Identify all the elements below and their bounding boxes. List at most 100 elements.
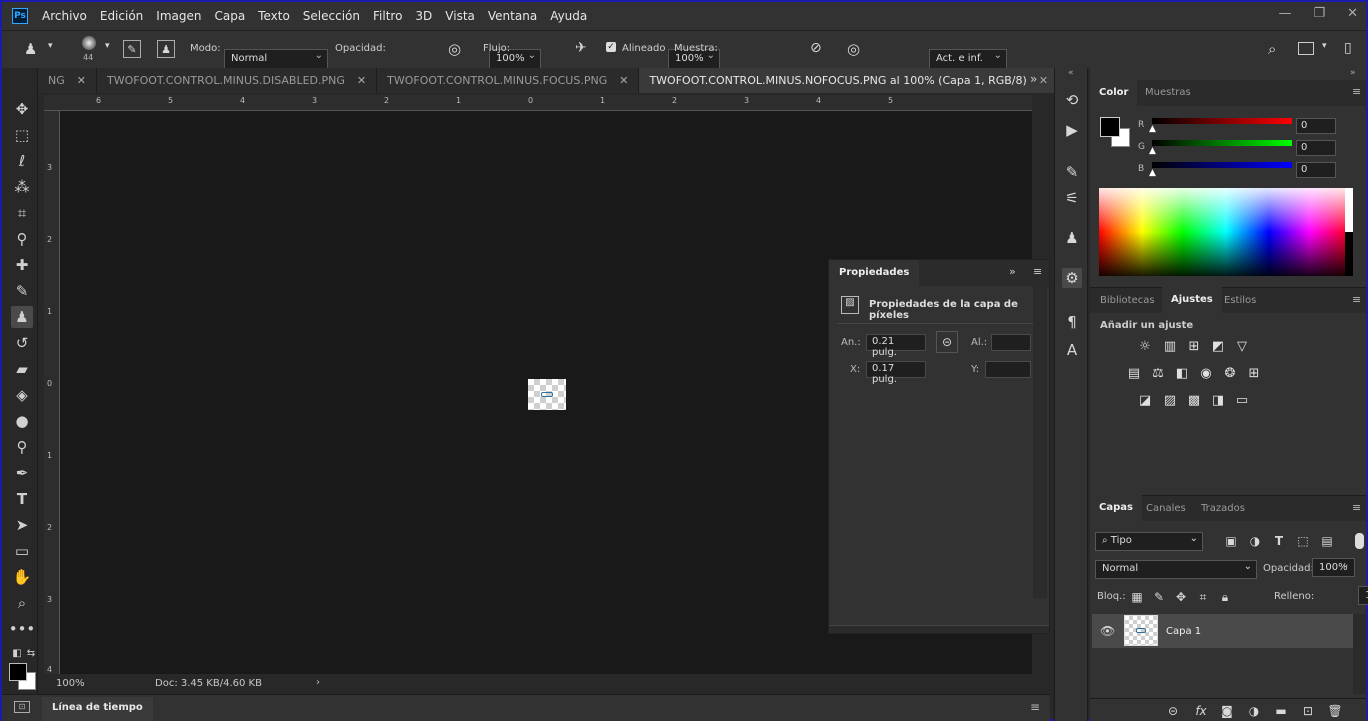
sample-select[interactable]: Act. e inf.: [929, 48, 1007, 69]
foreground-color-swatch[interactable]: [1100, 117, 1120, 137]
layer-row[interactable]: 👁︎ Capa 1: [1092, 614, 1354, 648]
vibrance-icon[interactable]: ▽: [1233, 337, 1251, 355]
posterize-icon[interactable]: ▨: [1161, 391, 1179, 409]
foreground-color-swatch[interactable]: [9, 663, 27, 681]
panel-menu-icon[interactable]: ≡: [1352, 293, 1361, 306]
tab-styles[interactable]: Estilos: [1224, 295, 1256, 306]
brush-presets-icon[interactable]: ✎: [1062, 162, 1082, 182]
black-ramp[interactable]: [1345, 232, 1353, 276]
blue-value[interactable]: 0: [1296, 162, 1336, 178]
tab-properties[interactable]: Propiedades: [829, 260, 920, 286]
tab-document-active[interactable]: TWOFOOT.CONTROL.MINUS.NOFOCUS.PNG al 100…: [639, 68, 1060, 93]
clone-stamp-tool-icon[interactable]: ♟: [11, 306, 33, 328]
share-icon[interactable]: ▯: [1344, 40, 1352, 56]
magic-wand-tool-icon[interactable]: ⁂: [11, 176, 33, 198]
close-icon[interactable]: ✕: [77, 74, 86, 87]
collapse-icon[interactable]: »: [1009, 265, 1016, 278]
hand-tool-icon[interactable]: ✋: [11, 566, 33, 588]
menu-vista[interactable]: Vista: [445, 9, 475, 23]
fx-icon[interactable]: fx: [1193, 703, 1209, 719]
layer-opacity-input[interactable]: 100%: [1312, 558, 1355, 577]
brush-tool-icon[interactable]: ✎: [11, 280, 33, 302]
pen-tool-icon[interactable]: ✒: [11, 462, 33, 484]
search-icon[interactable]: ⌕: [1268, 40, 1276, 58]
healing-brush-tool-icon[interactable]: ✚: [11, 254, 33, 276]
red-slider[interactable]: [1152, 118, 1292, 124]
blue-slider[interactable]: [1152, 162, 1292, 168]
type-tool-icon[interactable]: T: [11, 488, 33, 510]
menu-imagen[interactable]: Imagen: [156, 9, 201, 23]
green-slider[interactable]: [1152, 140, 1292, 146]
filter-toggle[interactable]: [1355, 533, 1364, 549]
character-icon[interactable]: A: [1062, 340, 1082, 360]
scrollbar[interactable]: [1353, 614, 1366, 694]
menu-filtro[interactable]: Filtro: [373, 9, 402, 23]
tab-libraries[interactable]: Bibliotecas: [1100, 295, 1155, 306]
history-brush-tool-icon[interactable]: ↺: [11, 332, 33, 354]
y-input[interactable]: [985, 361, 1031, 378]
marquee-tool-icon[interactable]: ⬚: [11, 124, 33, 146]
x-input[interactable]: 0.17 pulg.: [866, 361, 926, 385]
close-icon[interactable]: ✕: [619, 74, 628, 87]
rectangle-tool-icon[interactable]: ▭: [11, 540, 33, 562]
hue-saturation-icon[interactable]: ▤: [1125, 364, 1143, 382]
chevron-down-icon[interactable]: ▾: [1322, 41, 1327, 51]
more-tools-icon[interactable]: •••: [9, 618, 36, 640]
tab-paths[interactable]: Trazados: [1201, 503, 1245, 514]
red-value[interactable]: 0: [1296, 118, 1336, 134]
add-mask-icon[interactable]: ◙: [1219, 703, 1235, 719]
visibility-eye-icon[interactable]: 👁︎: [1100, 624, 1115, 638]
tab-document[interactable]: TWOFOOT.CONTROL.MINUS.DISABLED.PNG ✕: [96, 68, 378, 93]
brush-settings-icon[interactable]: ✎: [123, 40, 141, 58]
blur-tool-icon[interactable]: ●: [11, 410, 33, 432]
minimize-button[interactable]: —: [1278, 6, 1291, 21]
color-balance-icon[interactable]: ⚖: [1149, 364, 1167, 382]
menu-edicion[interactable]: Edición: [100, 9, 143, 23]
lock-artboard-icon[interactable]: ⌗: [1195, 589, 1211, 605]
lock-position-icon[interactable]: ✥: [1173, 589, 1189, 605]
height-input[interactable]: [991, 334, 1031, 351]
panel-menu-icon[interactable]: ≡: [1352, 501, 1361, 514]
restore-button[interactable]: ❐: [1313, 6, 1325, 21]
new-adjustment-layer-icon[interactable]: ◑: [1246, 703, 1262, 719]
ignore-adjustment-layers-icon[interactable]: ⊘: [810, 40, 822, 56]
eyedropper-tool-icon[interactable]: ⚲: [11, 228, 33, 250]
tab-swatches[interactable]: Muestras: [1145, 87, 1191, 98]
threshold-icon[interactable]: ▩: [1185, 391, 1203, 409]
invert-icon[interactable]: ◪: [1136, 391, 1154, 409]
tab-adjustments[interactable]: Ajustes: [1162, 287, 1222, 313]
gradient-map-icon[interactable]: ▭: [1233, 391, 1251, 409]
status-menu-icon[interactable]: ›: [316, 677, 320, 688]
menu-3d[interactable]: 3D: [415, 9, 432, 23]
fill-input[interactable]: 100%: [1358, 586, 1368, 605]
photo-filter-icon[interactable]: ◉: [1197, 364, 1215, 382]
mode-select[interactable]: Normal: [224, 48, 328, 69]
slider-handle-icon[interactable]: ▲: [1149, 146, 1156, 156]
filter-smart-object-icon[interactable]: ▤: [1319, 533, 1335, 549]
menu-ventana[interactable]: Ventana: [488, 9, 537, 23]
menu-capa[interactable]: Capa: [214, 9, 245, 23]
tab-document[interactable]: NG ✕: [38, 68, 97, 93]
chevron-down-icon[interactable]: ▾: [48, 41, 53, 51]
brush-preview-icon[interactable]: [82, 36, 96, 50]
width-input[interactable]: 0.21 pulg.: [866, 334, 926, 358]
resize-handle[interactable]: [829, 625, 1049, 633]
airbrush-icon[interactable]: ✈: [575, 40, 587, 56]
layer-thumbnail[interactable]: [1124, 615, 1158, 646]
paragraph-icon[interactable]: ¶: [1062, 312, 1082, 332]
menu-texto[interactable]: Texto: [258, 9, 290, 23]
crop-tool-icon[interactable]: ⌗: [11, 202, 33, 224]
lock-image-icon[interactable]: ✎: [1151, 589, 1167, 605]
zoom-level[interactable]: 100%: [56, 678, 85, 689]
menu-ayuda[interactable]: Ayuda: [550, 9, 587, 23]
levels-icon[interactable]: ▥: [1161, 337, 1179, 355]
history-icon[interactable]: ⟲: [1062, 90, 1082, 110]
actions-play-icon[interactable]: ▶: [1062, 120, 1082, 140]
clone-stamp-tool-preset-icon[interactable]: ♟: [24, 40, 37, 58]
tab-color[interactable]: Color: [1090, 80, 1138, 106]
link-icon[interactable]: ⊝: [936, 331, 958, 353]
collapse-icon[interactable]: »: [1350, 68, 1356, 78]
timeline-icon[interactable]: ⊡: [14, 701, 30, 713]
slider-handle-icon[interactable]: ▲: [1149, 124, 1156, 134]
color-lookup-icon[interactable]: ⊞: [1245, 364, 1263, 382]
